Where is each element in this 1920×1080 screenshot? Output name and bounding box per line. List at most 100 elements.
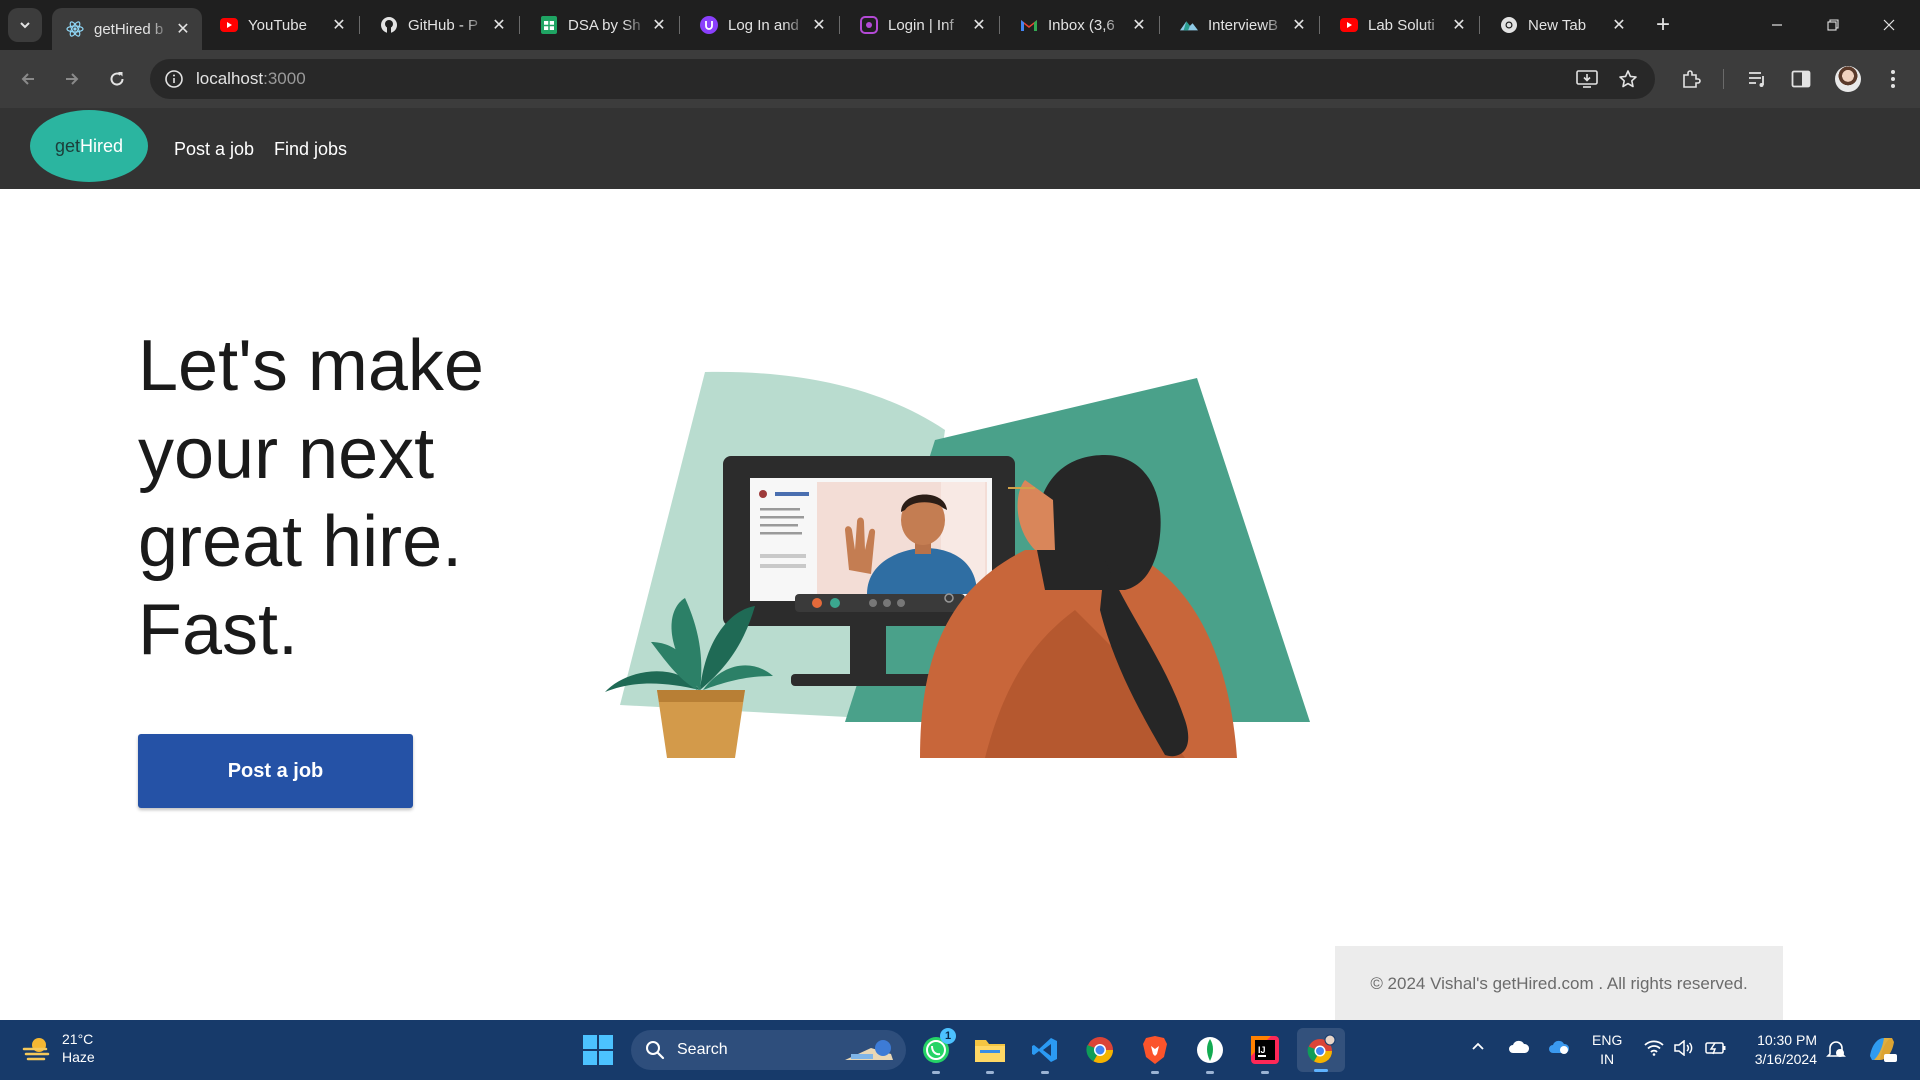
close-icon[interactable]: ✕ [808, 14, 830, 36]
login-app-icon [700, 16, 718, 34]
profile-avatar[interactable] [1835, 66, 1861, 92]
start-button[interactable] [583, 1035, 613, 1070]
close-icon[interactable]: ✕ [1128, 14, 1150, 36]
logo-hired-text: Hired [80, 135, 124, 156]
taskbar-chrome-profile[interactable] [1297, 1028, 1345, 1072]
github-icon [380, 16, 398, 34]
volume-tray-icon[interactable] [1674, 1039, 1694, 1061]
tab-title: Login | Inf [888, 16, 954, 34]
side-panel-button[interactable] [1785, 63, 1817, 95]
site-footer: © 2024 Vishal's getHired.com . All right… [1335, 946, 1783, 1021]
browser-tab[interactable]: Log In and ✕ [686, 8, 840, 42]
arrow-left-icon [21, 73, 34, 85]
address-bar[interactable]: localhost:3000 [150, 59, 1655, 99]
onedrive-sync-tray-icon[interactable] [1548, 1039, 1570, 1060]
tab-search-button[interactable] [8, 8, 42, 42]
info-icon[interactable] [162, 67, 186, 91]
taskbar-vscode[interactable] [1027, 1032, 1063, 1074]
infy-icon [860, 16, 878, 34]
notifications-button[interactable] [1826, 1039, 1846, 1064]
input-language-indicator[interactable]: ENG IN [1592, 1031, 1622, 1069]
lang-region: IN [1600, 1051, 1615, 1067]
close-icon[interactable]: ✕ [1608, 14, 1630, 36]
browser-tab[interactable]: Login | Inf ✕ [846, 8, 1000, 42]
gmail-icon [1020, 16, 1038, 34]
post-job-button[interactable]: Post a job [138, 734, 413, 808]
close-icon[interactable]: ✕ [328, 14, 350, 36]
restore-icon [1827, 19, 1839, 31]
close-icon[interactable]: ✕ [488, 14, 510, 36]
chrome-icon [1500, 16, 1518, 34]
browser-tab[interactable]: InterviewB ✕ [1166, 8, 1320, 42]
tab-title: Log In and [728, 16, 799, 34]
tab-title: YouTube [248, 16, 307, 34]
media-controls-button[interactable] [1741, 63, 1773, 95]
close-icon[interactable]: ✕ [1288, 14, 1310, 36]
close-icon[interactable]: ✕ [172, 18, 194, 40]
taskbar-intellij[interactable]: IJ [1247, 1032, 1283, 1074]
copilot-icon [1870, 1038, 1897, 1062]
url-text[interactable]: localhost:3000 [196, 69, 306, 89]
puzzle-icon [1683, 70, 1701, 88]
taskbar-chrome[interactable] [1082, 1032, 1118, 1068]
windows-logo-icon [583, 1035, 613, 1065]
reload-button[interactable] [101, 63, 133, 95]
tab-title: DSA by Sh [568, 16, 641, 34]
tab-title: New Tab [1528, 16, 1587, 34]
star-icon[interactable] [1616, 67, 1640, 91]
taskbar-whatsapp[interactable]: 1 [918, 1028, 956, 1074]
taskbar-mongodb-compass[interactable] [1192, 1032, 1228, 1074]
battery-tray-icon[interactable] [1705, 1040, 1727, 1061]
browser-tab[interactable]: New Tab ✕ [1486, 8, 1638, 42]
new-tab-button[interactable]: + [1650, 11, 1676, 38]
tab-title: GitHub - P [408, 16, 479, 34]
browser-tab[interactable]: Inbox (3,6 ✕ [1006, 8, 1160, 42]
system-clock[interactable]: 10:30 PM 3/16/2024 [1745, 1031, 1817, 1069]
interviewbit-icon [1180, 16, 1198, 34]
copilot-button[interactable] [1866, 1034, 1898, 1069]
more-vertical-icon [1891, 70, 1895, 88]
wifi-tray-icon[interactable] [1644, 1040, 1664, 1061]
youtube-icon [1340, 16, 1358, 34]
browser-tab[interactable]: DSA by Sh ✕ [526, 8, 680, 42]
clock-time: 10:30 PM [1757, 1032, 1817, 1048]
intellij-icon: IJ [1251, 1036, 1279, 1064]
browser-tab[interactable]: YouTube ✕ [206, 8, 360, 42]
taskbar-search[interactable]: Search [631, 1030, 906, 1070]
logo-get-text: get [54, 135, 80, 156]
headline-line: great hire. [138, 502, 463, 582]
show-hidden-icons-button[interactable] [1470, 1038, 1486, 1059]
onedrive-tray-icon[interactable] [1508, 1040, 1530, 1059]
browser-tab[interactable]: GitHub - P ✕ [366, 8, 520, 42]
search-highlight-icon [845, 1040, 893, 1060]
close-icon[interactable]: ✕ [1448, 14, 1470, 36]
search-label: Search [677, 1041, 728, 1058]
forward-button[interactable] [56, 63, 88, 95]
reload-icon [110, 72, 124, 86]
browser-tab[interactable]: Lab Soluti ✕ [1326, 8, 1480, 42]
taskbar-brave[interactable] [1137, 1032, 1173, 1074]
bell-snooze-icon [1826, 1041, 1846, 1057]
browser-tab[interactable]: getHired b ✕ [52, 8, 202, 50]
close-icon[interactable]: ✕ [648, 14, 670, 36]
back-button[interactable] [12, 63, 44, 95]
svg-text:IJ: IJ [1258, 1045, 1266, 1055]
nav-post-job-link[interactable]: Post a job [174, 139, 254, 160]
copyright-text: © 2024 Vishal's getHired.com . All right… [1370, 973, 1748, 993]
close-icon[interactable]: ✕ [968, 14, 990, 36]
close-window-button[interactable] [1866, 10, 1912, 40]
browser-tab-strip: getHired b ✕ YouTube ✕ GitHub - P ✕ DSA … [0, 0, 1920, 50]
weather-widget[interactable]: 21°C Haze [22, 1030, 95, 1066]
url-port: :3000 [263, 69, 306, 88]
browser-menu-button[interactable] [1877, 63, 1909, 95]
restore-button[interactable] [1810, 10, 1856, 40]
minimize-button[interactable] [1754, 10, 1800, 40]
taskbar-file-explorer[interactable] [972, 1032, 1008, 1074]
extensions-button[interactable] [1675, 63, 1707, 95]
speaker-icon [1674, 1039, 1693, 1057]
install-app-icon[interactable] [1575, 67, 1599, 91]
nav-find-jobs-link[interactable]: Find jobs [274, 139, 347, 160]
site-logo[interactable]: get Hired [30, 110, 148, 182]
video-interview-illustration [605, 371, 1310, 758]
react-icon [66, 20, 84, 38]
